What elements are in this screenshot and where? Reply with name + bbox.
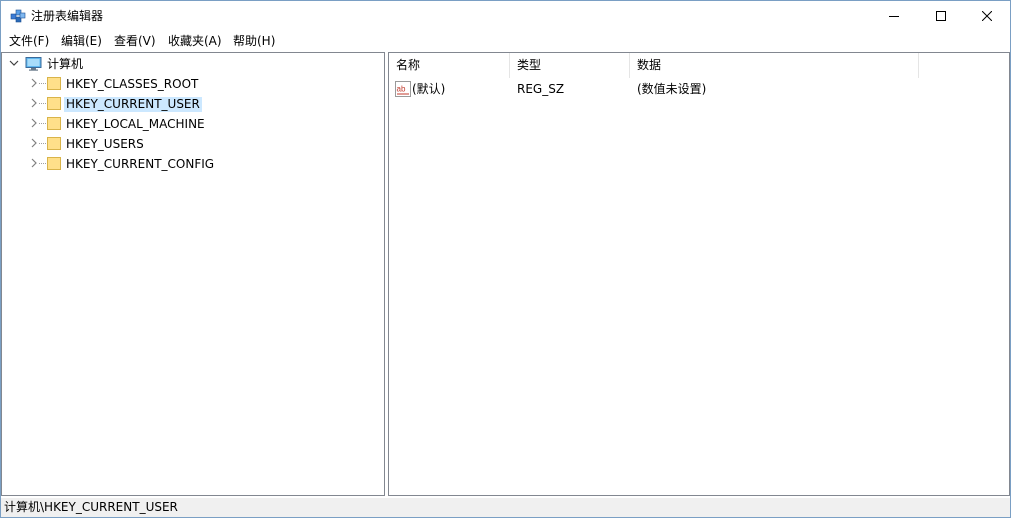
maximize-button[interactable]	[918, 1, 964, 31]
chevron-right-icon[interactable]	[29, 158, 39, 168]
tree-item-hkcu[interactable]: HKEY_CURRENT_USER	[2, 94, 382, 114]
string-value-icon: ab	[395, 81, 411, 97]
tree-item-hkcr[interactable]: HKEY_CLASSES_ROOT	[2, 74, 382, 94]
chevron-right-icon[interactable]	[29, 138, 39, 148]
menu-favorites[interactable]: 收藏夹(A)	[168, 34, 222, 49]
tree-label-hklm: HKEY_LOCAL_MACHINE	[66, 117, 205, 131]
value-type: REG_SZ	[517, 82, 565, 96]
folder-icon	[47, 157, 61, 170]
values-list-pane[interactable]: 名称 类型 数据 ab (默认) REG_SZ (数值未设置)	[388, 52, 1010, 496]
folder-icon	[47, 77, 61, 90]
tree-label-hku: HKEY_USERS	[66, 137, 144, 151]
menu-edit[interactable]: 编辑(E)	[61, 34, 102, 49]
tree-label-hkcc: HKEY_CURRENT_CONFIG	[66, 157, 215, 171]
close-button[interactable]	[964, 1, 1010, 31]
column-header-label: 数据	[637, 58, 662, 72]
menu-file[interactable]: 文件(F)	[9, 34, 49, 49]
tree-item-hkcc[interactable]: HKEY_CURRENT_CONFIG	[2, 154, 382, 174]
tree-label-hkcr: HKEY_CLASSES_ROOT	[66, 77, 199, 91]
menu-help[interactable]: 帮助(H)	[233, 34, 275, 49]
close-icon	[982, 11, 992, 21]
column-header-label: 类型	[517, 58, 542, 72]
value-name: (默认)	[412, 82, 446, 96]
column-header-data[interactable]: 数据	[630, 53, 919, 78]
regedit-window: 注册表编辑器 文件(F) 编辑(E) 查看(V) 收藏夹(A) 帮助(H) 计算…	[0, 0, 1011, 518]
title-bar[interactable]: 注册表编辑器	[1, 1, 1010, 31]
chevron-right-icon[interactable]	[29, 118, 39, 128]
tree-item-hku[interactable]: HKEY_USERS	[2, 134, 382, 154]
svg-text:ab: ab	[397, 85, 406, 94]
key-tree-pane[interactable]: 计算机 HKEY_CLASSES_ROOT HKEY_CURRENT_USER	[1, 52, 385, 496]
status-bar: 计算机\HKEY_CURRENT_USER	[1, 498, 1010, 517]
computer-icon	[25, 57, 42, 71]
tree-item-computer[interactable]: 计算机	[2, 54, 382, 74]
tree-label-hkcu: HKEY_CURRENT_USER	[64, 97, 202, 112]
tree-label-computer: 计算机	[47, 57, 84, 71]
list-item[interactable]: ab (默认) REG_SZ (数值未设置)	[389, 80, 1009, 100]
tree-item-hklm[interactable]: HKEY_LOCAL_MACHINE	[2, 114, 382, 134]
minimize-icon	[889, 16, 899, 17]
window-title: 注册表编辑器	[31, 9, 104, 23]
folder-icon	[47, 97, 61, 110]
status-path: 计算机\HKEY_CURRENT_USER	[4, 500, 178, 514]
menu-view[interactable]: 查看(V)	[114, 34, 156, 49]
registry-editor-icon	[10, 9, 26, 23]
column-header-label: 名称	[396, 58, 421, 72]
folder-icon	[47, 117, 61, 130]
minimize-button[interactable]	[871, 1, 917, 31]
chevron-right-icon[interactable]	[29, 78, 39, 88]
menu-bar: 文件(F) 编辑(E) 查看(V) 收藏夹(A) 帮助(H)	[1, 32, 1010, 51]
folder-icon	[47, 137, 61, 150]
chevron-right-icon[interactable]	[29, 98, 39, 108]
maximize-icon	[936, 11, 946, 21]
value-data: (数值未设置)	[637, 82, 707, 96]
chevron-down-icon[interactable]	[9, 58, 19, 68]
column-header-name[interactable]: 名称	[389, 53, 510, 78]
column-header-type[interactable]: 类型	[510, 53, 630, 78]
